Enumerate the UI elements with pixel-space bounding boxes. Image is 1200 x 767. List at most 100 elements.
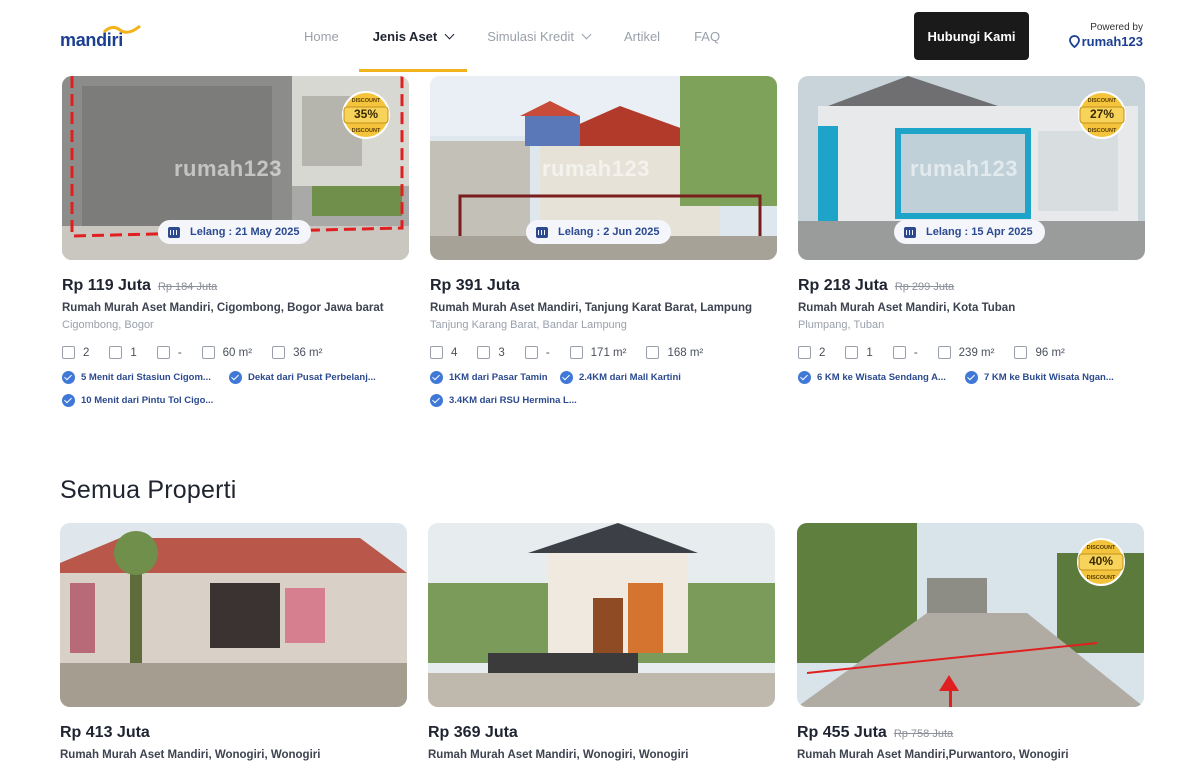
- property-photo[interactable]: [428, 523, 775, 707]
- feature-item: Dekat dari Pusat Perbelanj...: [229, 371, 396, 384]
- spec-value: 60 m²: [222, 346, 253, 359]
- nav-faq[interactable]: FAQ: [680, 0, 734, 72]
- mandiri-logo[interactable]: mandiri: [60, 22, 150, 50]
- nav-home-label: Home: [304, 28, 339, 44]
- property-photo[interactable]: rumah123 DISCOUNT DISCOUNT 35% Lelang : …: [62, 76, 409, 260]
- spec-value: 239 m²: [958, 346, 995, 359]
- calendar-icon: [904, 226, 916, 238]
- contact-button[interactable]: Hubungi Kami: [914, 12, 1029, 60]
- property-title[interactable]: Rumah Murah Aset Mandiri, Wonogiri, Wono…: [60, 749, 407, 761]
- nav-simulasi-kredit[interactable]: Simulasi Kredit: [473, 0, 604, 72]
- property-location: Cigombong, Bogor: [62, 319, 154, 331]
- discount-word-top: DISCOUNT: [352, 98, 381, 104]
- nav-jenis-aset[interactable]: Jenis Aset: [358, 0, 468, 72]
- old-price: Rp 758 Juta: [893, 728, 954, 740]
- check-badge-icon: [430, 394, 443, 407]
- discount-word-bottom: DISCOUNT: [1088, 128, 1117, 134]
- feature-item: 7 KM ke Bukit Wisata Ngan...: [965, 371, 1132, 384]
- feature-list: 5 Menit dari Stasiun Cigom... Dekat dari…: [62, 371, 409, 417]
- auction-date-text: Lelang : 2 Jun 2025: [558, 226, 660, 238]
- powered-by[interactable]: Powered by rumah123: [1063, 22, 1143, 53]
- property-specs: 2 1 - 239 m² 96 m²: [798, 346, 1145, 359]
- discount-word-top: DISCOUNT: [1088, 98, 1117, 104]
- auction-date-badge: Lelang : 21 May 2025: [158, 220, 312, 244]
- property-specs: 4 3 - 171 m² 168 m²: [430, 346, 777, 359]
- spec-bathroom: 1: [845, 346, 873, 359]
- property-card[interactable]: rumah123 Lelang : 2 Jun 2025 Rp 391 Juta…: [430, 76, 777, 417]
- spec-land-area: 239 m²: [937, 346, 995, 359]
- section-title: Semua Properti: [60, 476, 237, 504]
- auction-date-text: Lelang : 21 May 2025: [190, 226, 300, 238]
- property-photo[interactable]: [60, 523, 407, 707]
- discount-badge: DISCOUNT DISCOUNT 40%: [1076, 537, 1126, 587]
- building-icon: [272, 346, 286, 359]
- watermark: rumah123: [542, 156, 650, 181]
- property-title[interactable]: Rumah Murah Aset Mandiri, Wonogiri, Wono…: [428, 749, 775, 761]
- price: Rp 218 Juta: [798, 277, 888, 294]
- feature-item: 5 Menit dari Stasiun Cigom...: [62, 371, 229, 384]
- property-photo[interactable]: rumah123 Lelang : 2 Jun 2025: [430, 76, 777, 260]
- feature-text: 5 Menit dari Stasiun Cigom...: [81, 372, 211, 383]
- discount-badge: DISCOUNT DISCOUNT 27%: [1077, 90, 1127, 140]
- car-icon: [892, 346, 906, 359]
- spec-bedroom: 2: [798, 346, 825, 359]
- property-title[interactable]: Rumah Murah Aset Mandiri, Kota Tuban: [798, 302, 1145, 314]
- building-icon: [1014, 346, 1028, 359]
- car-icon: [156, 346, 170, 359]
- price: Rp 119 Juta: [62, 277, 151, 294]
- discount-word-bottom: DISCOUNT: [1087, 575, 1116, 581]
- property-card[interactable]: Rp 369 Juta Rumah Murah Aset Mandiri, Wo…: [428, 523, 775, 761]
- discount-badge: DISCOUNT DISCOUNT 35%: [341, 90, 391, 140]
- property-card[interactable]: rumah123 DISCOUNT DISCOUNT 35% Lelang : …: [62, 76, 409, 417]
- land-area-icon: [937, 346, 951, 359]
- spec-land-area: 60 m²: [201, 346, 253, 359]
- property-title[interactable]: Rumah Murah Aset Mandiri, Tanjung Karat …: [430, 302, 777, 314]
- discount-percent: 40%: [1088, 554, 1114, 568]
- property-card[interactable]: DISCOUNT DISCOUNT 40% Rp 455 Juta Rp 758 …: [797, 523, 1144, 761]
- spec-garage: -: [892, 346, 918, 359]
- feature-text: 7 KM ke Bukit Wisata Ngan...: [984, 372, 1114, 383]
- property-photo[interactable]: rumah123 DISCOUNT DISCOUNT 27% Lelang : …: [798, 76, 1145, 260]
- property-specs: 2 1 - 60 m² 36 m²: [62, 346, 409, 359]
- feature-text: 6 KM ke Wisata Sendang A...: [817, 372, 946, 383]
- auction-date-badge: Lelang : 15 Apr 2025: [894, 220, 1045, 244]
- spec-garage: -: [524, 346, 550, 359]
- spec-value: 4: [451, 346, 458, 359]
- calendar-icon: [168, 226, 180, 238]
- auction-date-text: Lelang : 15 Apr 2025: [926, 226, 1033, 238]
- spec-value: 2: [819, 346, 826, 359]
- spec-building-area: 96 m²: [1014, 346, 1065, 359]
- property-card[interactable]: Rp 413 Juta Rumah Murah Aset Mandiri, Wo…: [60, 523, 407, 761]
- discount-percent: 27%: [1089, 107, 1115, 121]
- feature-text: 1KM dari Pasar Tamin: [449, 372, 548, 383]
- property-photo[interactable]: DISCOUNT DISCOUNT 40%: [797, 523, 1144, 707]
- bed-icon: [798, 346, 811, 359]
- price: Rp 369 Juta: [428, 724, 518, 741]
- nav-faq-label: FAQ: [694, 28, 721, 44]
- discount-word-top: DISCOUNT: [1087, 545, 1116, 551]
- property-title[interactable]: Rumah Murah Aset Mandiri,Purwantoro, Won…: [797, 749, 1144, 761]
- nav-simulasi-kredit-label: Simulasi Kredit: [487, 28, 574, 44]
- spec-building-area: 168 m²: [646, 346, 703, 359]
- auction-date-badge: Lelang : 2 Jun 2025: [526, 220, 672, 244]
- logo-wave-icon: [102, 24, 141, 34]
- nav-artikel[interactable]: Artikel: [610, 0, 674, 72]
- nav-artikel-label: Artikel: [623, 28, 661, 44]
- calendar-icon: [536, 226, 548, 238]
- main-nav: Home Jenis Aset Simulasi Kredit Artikel …: [290, 0, 740, 72]
- price: Rp 391 Juta: [430, 277, 520, 294]
- property-title[interactable]: Rumah Murah Aset Mandiri, Cigombong, Bog…: [62, 302, 409, 314]
- chevron-down-icon: [581, 29, 592, 39]
- spec-value: 36 m²: [293, 346, 323, 359]
- old-price: Rp 299 Juta: [894, 281, 955, 293]
- powered-brand-text: rumah123: [1081, 34, 1143, 49]
- property-location: Plumpang, Tuban: [798, 319, 885, 331]
- spec-value: -: [177, 346, 182, 359]
- land-area-icon: [201, 346, 215, 359]
- nav-home[interactable]: Home: [290, 0, 353, 72]
- check-badge-icon: [430, 371, 443, 384]
- property-card[interactable]: rumah123 DISCOUNT DISCOUNT 27% Lelang : …: [798, 76, 1145, 394]
- bed-icon: [430, 346, 443, 359]
- check-badge-icon: [560, 371, 573, 384]
- old-price: Rp 184 Juta: [157, 281, 218, 293]
